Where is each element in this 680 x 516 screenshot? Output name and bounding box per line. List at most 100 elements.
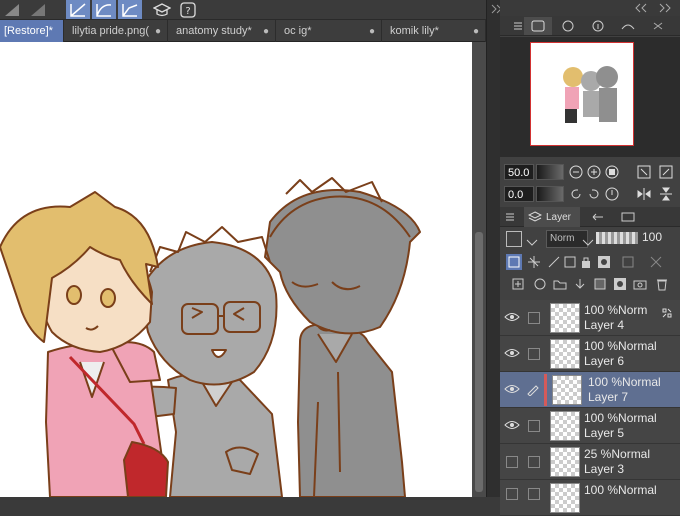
layer-visibility-checkbox[interactable] <box>506 456 518 468</box>
layer-name[interactable]: Layer 3 <box>584 462 624 476</box>
eye-icon[interactable] <box>504 418 520 432</box>
layer-lock-checkbox[interactable] <box>528 348 540 360</box>
line-tool-icon[interactable] <box>66 0 90 19</box>
layer-row[interactable]: 25 %Normal Layer 3 <box>500 444 680 480</box>
actual-size-icon[interactable] <box>658 164 674 180</box>
layer-blend-info: 100 %Normal <box>584 411 657 425</box>
clip-layer-icon[interactable] <box>506 254 522 270</box>
navigator-controls: 50.0 0.0 <box>500 160 680 206</box>
help-icon[interactable]: ? <box>176 0 200 19</box>
layer-thumbnail <box>550 483 580 513</box>
tab-restore[interactable]: [Restore]* <box>0 20 64 42</box>
zoom-slider[interactable] <box>536 164 564 180</box>
sub-view-icon[interactable] <box>554 17 582 35</box>
fit-window-icon[interactable] <box>636 164 652 180</box>
delete-layer-icon[interactable] <box>654 276 670 292</box>
tab-close-icon[interactable]: ● <box>263 26 269 37</box>
layer-lock-checkbox[interactable] <box>528 488 540 500</box>
panel-menu-icon[interactable] <box>504 207 520 227</box>
layer-blend-info: 100 %Normal <box>584 483 657 497</box>
new-vector-layer-icon[interactable] <box>532 276 548 292</box>
layer-thumbnail <box>552 375 582 405</box>
navigator-tab-bar <box>500 16 680 36</box>
rotate-right-icon[interactable] <box>586 186 602 202</box>
camera-icon[interactable] <box>632 276 648 292</box>
tab-anatomy-study[interactable]: anatomy study* ● <box>168 20 276 42</box>
layer-name[interactable]: Layer 7 <box>588 390 628 404</box>
character-left <box>0 191 169 497</box>
reset-rotation-icon[interactable] <box>604 186 620 202</box>
mask-add-icon[interactable] <box>612 276 628 292</box>
layer-row[interactable]: 100 %Norm Layer 4 <box>500 300 680 336</box>
drawing-canvas[interactable] <box>0 42 472 497</box>
layer-row[interactable]: 100 %Normal Layer 5 <box>500 408 680 444</box>
curve-tool-icon[interactable] <box>92 0 116 19</box>
tab-label: oc ig* <box>284 25 312 37</box>
layers-icon <box>528 211 542 222</box>
flip-vertical-icon[interactable] <box>658 186 674 202</box>
tab-label: komik lily* <box>390 25 439 37</box>
layer-blend-info: 100 %Normal <box>584 339 657 353</box>
auto-action-icon[interactable] <box>614 207 642 227</box>
new-folder-icon[interactable] <box>552 276 568 292</box>
merge-layer-icon[interactable] <box>592 276 608 292</box>
polyline-tool-icon[interactable] <box>118 0 142 19</box>
zoom-in-icon[interactable] <box>586 164 602 180</box>
mask-icon[interactable] <box>596 254 612 270</box>
transfer-down-icon[interactable] <box>572 276 588 292</box>
layer-visibility-checkbox[interactable] <box>506 488 518 500</box>
tab-lilytia-pride[interactable]: lilytia pride.png( ● <box>64 20 168 42</box>
tab-close-icon[interactable]: ● <box>155 26 161 37</box>
info-icon[interactable] <box>584 17 612 35</box>
canvas-vertical-scrollbar[interactable] <box>472 42 486 497</box>
brush-tip-icon[interactable] <box>26 0 50 19</box>
scrollbar-thumb[interactable] <box>475 232 483 492</box>
layer-name[interactable]: Layer 6 <box>584 354 624 368</box>
opacity-value[interactable]: 100 <box>642 230 662 244</box>
opacity-slider[interactable] <box>596 232 638 244</box>
graduation-cap-icon[interactable] <box>150 0 174 19</box>
rotation-slider[interactable] <box>536 186 564 202</box>
tab-close-icon[interactable]: ● <box>473 26 479 37</box>
layer-lock-checkbox[interactable] <box>528 420 540 432</box>
eye-icon[interactable] <box>504 382 520 396</box>
rotate-left-icon[interactable] <box>568 186 584 202</box>
eye-icon[interactable] <box>504 310 520 324</box>
layer-row[interactable]: 100 %Normal <box>500 480 680 516</box>
layer-name[interactable]: Layer 4 <box>584 318 624 332</box>
layer-color-icon[interactable] <box>620 254 636 270</box>
character-right <box>264 177 421 497</box>
tab-close-icon[interactable]: ● <box>369 26 375 37</box>
layer-name[interactable]: Layer 5 <box>584 426 624 440</box>
canvas-artwork <box>0 177 421 497</box>
navigator-preview[interactable] <box>500 37 680 157</box>
new-raster-layer-icon[interactable] <box>510 276 526 292</box>
history-icon[interactable] <box>584 207 612 227</box>
lock-layer-icon[interactable] <box>578 254 594 270</box>
panel-collapse-icon[interactable] <box>500 0 680 16</box>
layer-row[interactable]: 100 %Normal Layer 6 <box>500 336 680 372</box>
layer-color-swatch[interactable] <box>506 231 522 247</box>
outline-icon[interactable] <box>648 254 664 270</box>
tab-layer[interactable]: Layer <box>524 207 580 227</box>
zoom-out-icon[interactable] <box>568 164 584 180</box>
more-panels-icon[interactable] <box>644 17 672 35</box>
layer-blend-info: 100 %Normal <box>588 375 661 389</box>
fit-to-screen-icon[interactable] <box>604 164 620 180</box>
tab-oc-ig[interactable]: oc ig* ● <box>276 20 382 42</box>
flip-horizontal-icon[interactable] <box>636 186 652 202</box>
layer-lock-checkbox[interactable] <box>528 312 540 324</box>
layer-lock-checkbox[interactable] <box>528 456 540 468</box>
navigator-icon[interactable] <box>524 17 552 35</box>
rotation-value-field[interactable]: 0.0 <box>504 186 534 202</box>
zoom-value-field[interactable]: 50.0 <box>504 164 534 180</box>
reference-layer-icon[interactable] <box>526 254 542 270</box>
layer-thumbnail <box>550 447 580 477</box>
material-icon[interactable] <box>614 17 642 35</box>
lock-transparency-icon[interactable] <box>562 254 578 270</box>
layer-row-selected[interactable]: 100 %Normal Layer 7 <box>500 372 680 408</box>
eye-icon[interactable] <box>504 346 520 360</box>
draft-layer-icon[interactable] <box>546 254 562 270</box>
tab-komik-lily[interactable]: komik lily* ● <box>382 20 486 42</box>
brush-tip-icon[interactable] <box>0 0 24 19</box>
